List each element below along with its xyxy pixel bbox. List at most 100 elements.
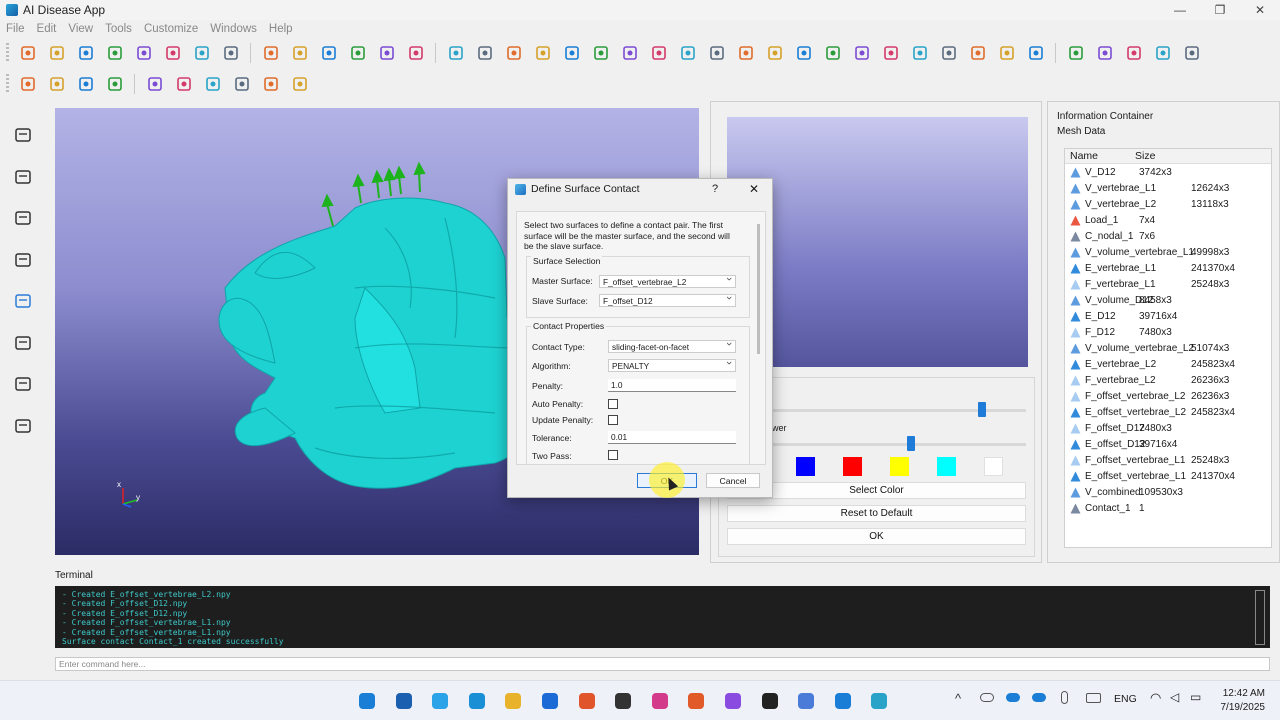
gemini-icon[interactable] [795, 690, 817, 712]
wire-cube-icon[interactable] [75, 73, 97, 95]
app-icon[interactable] [612, 690, 634, 712]
hex-icon[interactable] [46, 73, 68, 95]
head-model-icon[interactable] [289, 42, 311, 64]
save-stl-icon[interactable] [75, 42, 97, 64]
gray-sphere-icon[interactable] [561, 42, 583, 64]
contact-type-select[interactable]: sliding-facet-on-facet [608, 340, 736, 353]
column-size[interactable]: Size [1135, 150, 1155, 162]
save-ste-icon[interactable] [104, 42, 126, 64]
penalty-input[interactable]: 1.0 [608, 379, 736, 392]
person-model-icon[interactable] [12, 166, 34, 188]
menu-view[interactable]: View [62, 23, 99, 35]
keyboard-icon[interactable] [1086, 693, 1101, 703]
list-icon[interactable] [12, 207, 34, 229]
mesh-list-item[interactable]: V_vertebrae_L1 12624x3 [1065, 180, 1271, 196]
mesh-list-item[interactable]: Contact_1 1 [1065, 500, 1271, 516]
menu-file[interactable]: File [0, 23, 31, 35]
blue-cube-icon[interactable] [909, 42, 931, 64]
color-swatch[interactable] [843, 457, 862, 476]
preview-ok-button[interactable]: OK [727, 528, 1026, 545]
node-alt-icon[interactable] [851, 42, 873, 64]
ai-disease-app-icon[interactable] [868, 690, 890, 712]
wifi-icon[interactable]: ◠ [1150, 690, 1161, 706]
slave-surface-select[interactable]: F_offset_D12 [599, 294, 736, 307]
mesh-list-item[interactable]: V_vertebrae_L2 13118x3 [1065, 196, 1271, 212]
clock-date[interactable]: 7/19/2025 [1217, 702, 1266, 713]
copilot-icon[interactable] [722, 690, 744, 712]
swap-icon[interactable] [347, 42, 369, 64]
mesh-list-item[interactable]: E_vertebrae_L1 241370x4 [1065, 260, 1271, 276]
onedrive-blue2-icon[interactable] [1032, 693, 1046, 702]
close-button[interactable]: ✕ [1240, 0, 1280, 20]
ai-icon[interactable] [12, 290, 34, 312]
color-cube-icon[interactable] [104, 73, 126, 95]
two-pass-checkbox[interactable] [608, 450, 618, 460]
ellipse-icon[interactable] [1181, 42, 1203, 64]
update-penalty-checkbox[interactable] [608, 415, 618, 425]
matlab-icon[interactable] [576, 690, 598, 712]
point-select-icon[interactable] [17, 73, 39, 95]
orange-sphere-icon[interactable] [503, 42, 525, 64]
save-grid-icon[interactable] [162, 42, 184, 64]
menu-windows[interactable]: Windows [204, 23, 263, 35]
mesh-list-item[interactable]: C_nodal_1 7x6 [1065, 228, 1271, 244]
opacity-slider-thumb[interactable] [978, 402, 987, 417]
mesh-list-item[interactable]: V_volume_vertebrae_L2 51074x3 [1065, 340, 1271, 356]
power-slider-track[interactable] [770, 443, 1026, 446]
chatgpt-icon[interactable] [759, 690, 781, 712]
sphere-view-icon[interactable] [260, 42, 282, 64]
volume-icon[interactable]: ◁ [1170, 690, 1179, 704]
mesh-ball-icon[interactable] [474, 42, 496, 64]
arrows-icon[interactable] [202, 73, 224, 95]
onedrive-blue-icon[interactable] [1006, 693, 1020, 702]
minimize-button[interactable]: — [1160, 0, 1200, 20]
person-icon[interactable] [376, 42, 398, 64]
master-surface-select[interactable]: F_offset_vertebrae_L2 [599, 275, 736, 288]
crop-icon[interactable] [619, 42, 641, 64]
microphone-icon[interactable] [1061, 691, 1068, 704]
mesh-list-item[interactable]: F_D12 7480x3 [1065, 324, 1271, 340]
export-feb-icon[interactable] [191, 42, 213, 64]
mesh-list-item[interactable]: F_vertebrae_L1 25248x3 [1065, 276, 1271, 292]
color-swatch[interactable] [890, 457, 909, 476]
mesh-list-item[interactable]: E_offset_D12 39716x4 [1065, 436, 1271, 452]
person-alt-icon[interactable] [405, 42, 427, 64]
battery-icon[interactable]: ▭ [1190, 690, 1201, 704]
help-button[interactable]: ? [712, 183, 718, 195]
mesh-list-item[interactable]: V_D12 3742x3 [1065, 164, 1271, 180]
arc-icon[interactable] [1123, 42, 1145, 64]
mesh-list-item[interactable]: F_offset_vertebrae_L2 26236x3 [1065, 388, 1271, 404]
line-icon[interactable] [1065, 42, 1087, 64]
mesh-list-item[interactable]: V_combined 109530x3 [1065, 484, 1271, 500]
play-icon[interactable] [735, 42, 757, 64]
auto-penalty-checkbox[interactable] [608, 399, 618, 409]
file-explorer-icon[interactable] [502, 690, 524, 712]
box-icon[interactable] [1152, 42, 1174, 64]
onedrive-icon[interactable] [980, 693, 994, 702]
mesh-list-item[interactable]: F_vertebrae_L2 26236x3 [1065, 372, 1271, 388]
color-swatch[interactable] [796, 457, 815, 476]
grid-view-icon[interactable] [318, 42, 340, 64]
import-icon[interactable] [12, 124, 34, 146]
menu-edit[interactable]: Edit [31, 23, 63, 35]
snipping-icon[interactable] [649, 690, 671, 712]
dialog-cancel-button[interactable]: Cancel [706, 473, 760, 488]
terminal-scrollbar[interactable] [1255, 590, 1265, 645]
folder-tool-icon[interactable] [590, 42, 612, 64]
new-file-icon[interactable] [17, 42, 39, 64]
language-indicator[interactable]: ENG [1114, 693, 1137, 705]
document-icon[interactable] [12, 249, 34, 271]
textured-sphere-icon[interactable] [532, 42, 554, 64]
tolerance-input[interactable]: 0.01 [608, 431, 736, 444]
tray-chevron-icon[interactable]: ^ [955, 691, 961, 706]
pyramid-icon[interactable] [231, 73, 253, 95]
command-input[interactable]: Enter command here... [55, 657, 1270, 671]
node-icon[interactable] [822, 42, 844, 64]
add-link-icon[interactable] [173, 73, 195, 95]
node-alt2-icon[interactable] [880, 42, 902, 64]
panel-icon[interactable] [967, 42, 989, 64]
mesh-list-item[interactable]: F_offset_D12 7480x3 [1065, 420, 1271, 436]
mesh-list-item[interactable]: V_volume_vertebrae_L1 49998x3 [1065, 244, 1271, 260]
mesh-data-list[interactable]: Name Size V_D12 3742x3 V_vertebrae_L1 12624… [1064, 148, 1272, 548]
color-swatch[interactable] [984, 457, 1003, 476]
